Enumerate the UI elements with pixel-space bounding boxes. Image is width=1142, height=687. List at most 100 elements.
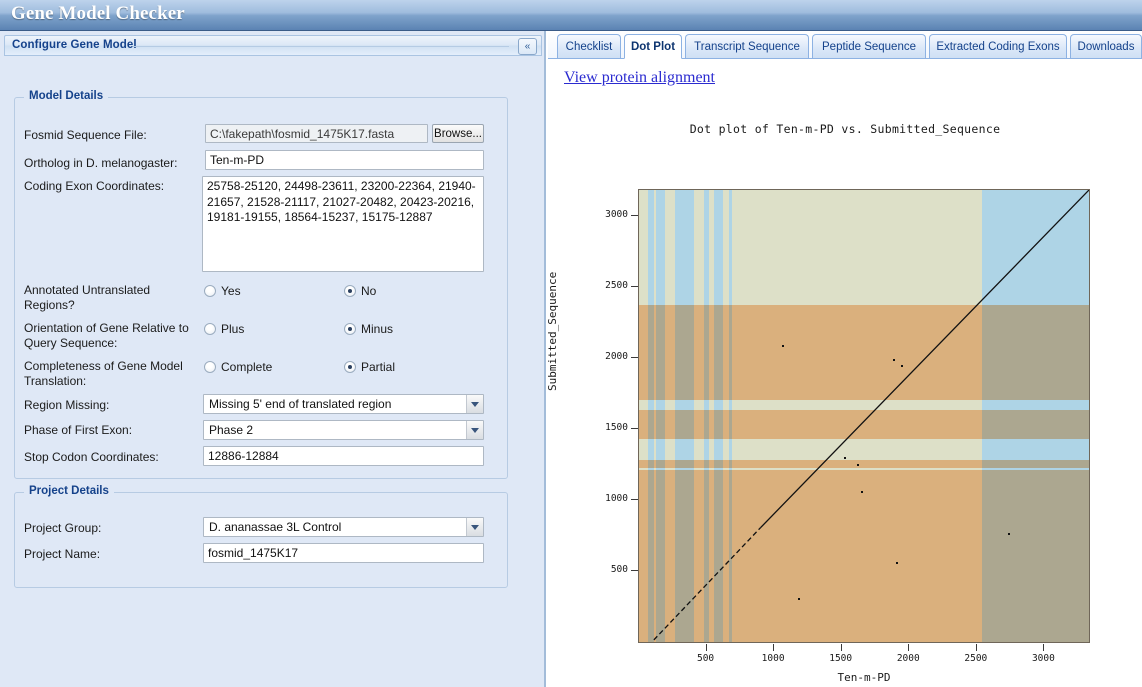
outlier-point <box>782 344 785 347</box>
radio-circle-icon <box>204 323 216 335</box>
x-tick-mark <box>1043 644 1045 651</box>
model-details-legend: Model Details <box>24 90 109 102</box>
radio-circle-icon <box>204 285 216 297</box>
outlier-point <box>798 597 801 600</box>
project-details-legend: Project Details <box>24 485 114 497</box>
tab-strip: Checklist Dot Plot Transcript Sequence Pept… <box>548 31 1142 59</box>
annotated-utr-label: Annotated Untranslated Regions? <box>24 283 151 312</box>
identity-diagonal <box>653 190 1089 641</box>
utr-radio-no-label: No <box>361 284 377 298</box>
y-tick-mark <box>631 569 638 571</box>
outlier-point <box>860 491 863 494</box>
x-tick-mark <box>840 644 842 651</box>
tab-downloads[interactable]: Downloads <box>1070 34 1142 58</box>
radio-circle-selected-icon <box>344 361 356 373</box>
configure-gene-model-panel: Configure Gene Model « Model Details Fos… <box>0 31 546 687</box>
project-name-label: Project Name: <box>24 547 101 561</box>
plot-title: Dot plot of Ten-m-PD vs. Submitted_Seque… <box>689 122 1001 136</box>
y-tick-label: 1000 <box>605 492 628 504</box>
project-name-input[interactable] <box>203 543 484 563</box>
tab-checklist[interactable]: Checklist <box>557 34 621 58</box>
chevron-down-icon[interactable] <box>466 518 483 536</box>
double-chevron-left-icon[interactable]: « <box>518 38 537 55</box>
outlier-point <box>1007 532 1010 535</box>
panel-header-rule <box>133 46 509 47</box>
x-tick-mark <box>908 644 910 651</box>
phase-value: Phase 2 <box>209 423 254 437</box>
phase-select[interactable]: Phase 2 <box>203 420 484 440</box>
orientation-label: Orientation of Gene Relative to Query Se… <box>24 321 189 350</box>
x-axis-ticks: 500 1000 1500 2000 2500 3000 <box>638 644 1090 674</box>
project-details-fieldset: Project Details <box>14 485 508 588</box>
y-tick-mark <box>631 427 638 429</box>
utr-radio-yes-label: Yes <box>221 284 241 298</box>
orientation-radio-plus[interactable]: Plus <box>204 322 244 336</box>
region-missing-value: Missing 5' end of translated region <box>209 397 392 411</box>
y-axis-ticks: 500 1000 1500 2000 2500 3000 <box>548 189 638 643</box>
app-title: Gene Model Checker <box>11 3 185 24</box>
y-tick-label: 3000 <box>605 208 628 220</box>
project-group-select[interactable]: D. ananassae 3L Control <box>203 517 484 537</box>
outlier-point <box>901 364 904 367</box>
x-tick-label: 2500 <box>964 653 988 664</box>
tab-peptide-sequence[interactable]: Peptide Sequence <box>812 34 926 58</box>
y-tick-label: 2000 <box>605 350 628 362</box>
orientation-radio-minus[interactable]: Minus <box>344 322 393 336</box>
x-tick-label: 3000 <box>1031 653 1055 664</box>
panel-header-title: Configure Gene Model <box>12 39 137 51</box>
completeness-radio-partial-label: Partial <box>361 360 396 374</box>
radio-circle-selected-icon <box>344 323 356 335</box>
completeness-label: Completeness of Gene Model Translation: <box>24 359 183 388</box>
phase-label: Phase of First Exon: <box>24 423 133 437</box>
project-group-value: D. ananassae 3L Control <box>209 520 342 534</box>
application-window: Gene Model Checker Configure Gene Model … <box>0 0 1142 687</box>
fosmid-file-input[interactable] <box>205 124 428 143</box>
outlier-point <box>856 463 859 466</box>
radio-circle-selected-icon <box>344 285 356 297</box>
chevron-down-icon[interactable] <box>466 395 483 413</box>
radio-circle-icon <box>204 361 216 373</box>
orientation-radio-minus-label: Minus <box>361 322 394 336</box>
y-tick-label: 2500 <box>605 279 628 291</box>
x-tick-mark <box>773 644 775 651</box>
x-tick-label: 1000 <box>761 653 785 664</box>
x-tick-mark <box>705 644 707 651</box>
completeness-radio-complete-label: Complete <box>221 360 273 374</box>
stop-codon-label: Stop Codon Coordinates: <box>24 450 159 464</box>
outlier-point <box>893 359 896 362</box>
completeness-radio-complete[interactable]: Complete <box>204 360 272 374</box>
panel-header: Configure Gene Model « <box>4 35 542 56</box>
results-panel: Checklist Dot Plot Transcript Sequence Pept… <box>546 31 1142 687</box>
y-tick-mark <box>631 498 638 500</box>
x-tick-label: 1500 <box>829 653 853 664</box>
ortholog-input[interactable] <box>205 150 484 170</box>
region-missing-select[interactable]: Missing 5' end of translated region <box>203 394 484 414</box>
title-bar: Gene Model Checker <box>0 0 1142 31</box>
tab-dot-plot[interactable]: Dot Plot <box>624 34 682 59</box>
outlier-point <box>895 562 898 565</box>
browse-button[interactable]: Browse... <box>432 124 484 143</box>
utr-radio-no[interactable]: No <box>344 284 376 298</box>
coding-exon-coordinates-textarea[interactable]: 25758-25120, 24498-23611, 23200-22364, 2… <box>202 176 484 272</box>
chevron-down-icon[interactable] <box>466 421 483 439</box>
y-tick-mark <box>631 356 638 358</box>
y-tick-label: 500 <box>610 563 628 575</box>
coding-exon-coordinates-label: Coding Exon Coordinates: <box>24 179 165 193</box>
outlier-point <box>844 457 847 460</box>
y-tick-label: 1500 <box>605 421 628 433</box>
region-missing-label: Region Missing: <box>24 398 110 412</box>
utr-radio-yes[interactable]: Yes <box>204 284 241 298</box>
completeness-radio-partial[interactable]: Partial <box>344 360 395 374</box>
stop-codon-input[interactable] <box>203 446 484 466</box>
x-tick-label: 2000 <box>896 653 920 664</box>
tab-extracted-coding-exons[interactable]: Extracted Coding Exons <box>929 34 1067 58</box>
view-protein-alignment-link[interactable]: View protein alignment <box>564 69 715 87</box>
plot-area <box>638 189 1090 643</box>
orientation-radio-plus-label: Plus <box>221 322 245 336</box>
y-tick-mark <box>631 214 638 216</box>
dot-plot-figure: Dot plot of Ten-m-PD vs. Submitted_Seque… <box>546 91 1142 687</box>
x-tick-mark <box>975 644 977 651</box>
y-tick-mark <box>631 285 638 287</box>
tab-transcript-sequence[interactable]: Transcript Sequence <box>685 34 809 58</box>
ortholog-label: Ortholog in D. melanogaster: <box>24 156 178 170</box>
